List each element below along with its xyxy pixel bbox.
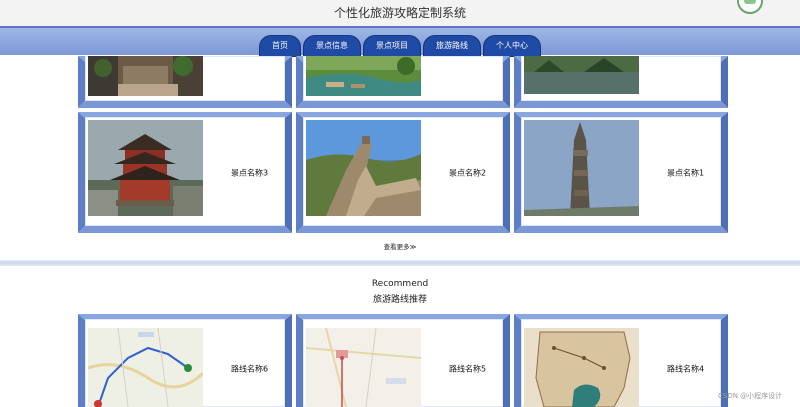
section-divider — [0, 260, 800, 266]
nav-bar: 首页 景点信息 景点项目 旅游路线 个人中心 — [0, 26, 800, 57]
pavilion-photo — [88, 120, 203, 216]
watermark: CSDN @小程序设计 — [718, 392, 783, 400]
nav-tab-profile[interactable]: 个人中心 — [483, 35, 541, 57]
great-wall-photo — [306, 120, 421, 216]
nav-tab-projects[interactable]: 景点项目 — [363, 35, 421, 57]
lake-photo — [524, 56, 639, 94]
site-title: 个性化旅游攻略定制系统 — [333, 6, 466, 20]
route-name: 路线名称6 — [230, 364, 269, 374]
old-map — [524, 328, 639, 407]
attraction-name: 景点名称3 — [230, 168, 269, 177]
attraction-card[interactable]: 景点名称1 — [514, 112, 728, 233]
attraction-name: 景点名称2 — [448, 168, 487, 177]
route-card[interactable]: 路线名称5 — [296, 314, 510, 407]
nav-tab-home[interactable]: 首页 — [259, 35, 301, 57]
route-name: 路线名称5 — [448, 364, 487, 374]
view-more-link[interactable]: 查看更多≫ — [0, 241, 800, 251]
attraction-card[interactable]: 景点名称3 — [78, 112, 292, 233]
route-card[interactable]: 路线名称6 — [78, 314, 292, 407]
attraction-card-top-3[interactable] — [514, 56, 728, 108]
attraction-card-top-2[interactable] — [296, 56, 510, 108]
street-photo — [88, 56, 203, 96]
attraction-card[interactable]: 景点名称2 — [296, 112, 510, 233]
recommend-title-cn: 旅游路线推荐 — [372, 295, 427, 305]
nav-tab-attractions[interactable]: 景点信息 — [303, 35, 361, 57]
nav-tabs: 首页 景点信息 景点项目 旅游路线 个人中心 — [259, 35, 541, 57]
attraction-card-top-1[interactable] — [78, 56, 292, 108]
nav-tab-routes[interactable]: 旅游路线 — [423, 35, 481, 57]
route-map — [88, 328, 203, 407]
recommend-title-en: Recommend — [371, 279, 429, 289]
attraction-name: 景点名称1 — [666, 168, 705, 177]
header: 个性化旅游攻略定制系统 — [0, 0, 800, 26]
route-map — [306, 328, 421, 407]
route-name: 路线名称4 — [666, 364, 705, 374]
river-photo — [306, 56, 421, 96]
totem-photo — [524, 120, 639, 216]
route-card[interactable]: 路线名称4 — [514, 314, 728, 407]
